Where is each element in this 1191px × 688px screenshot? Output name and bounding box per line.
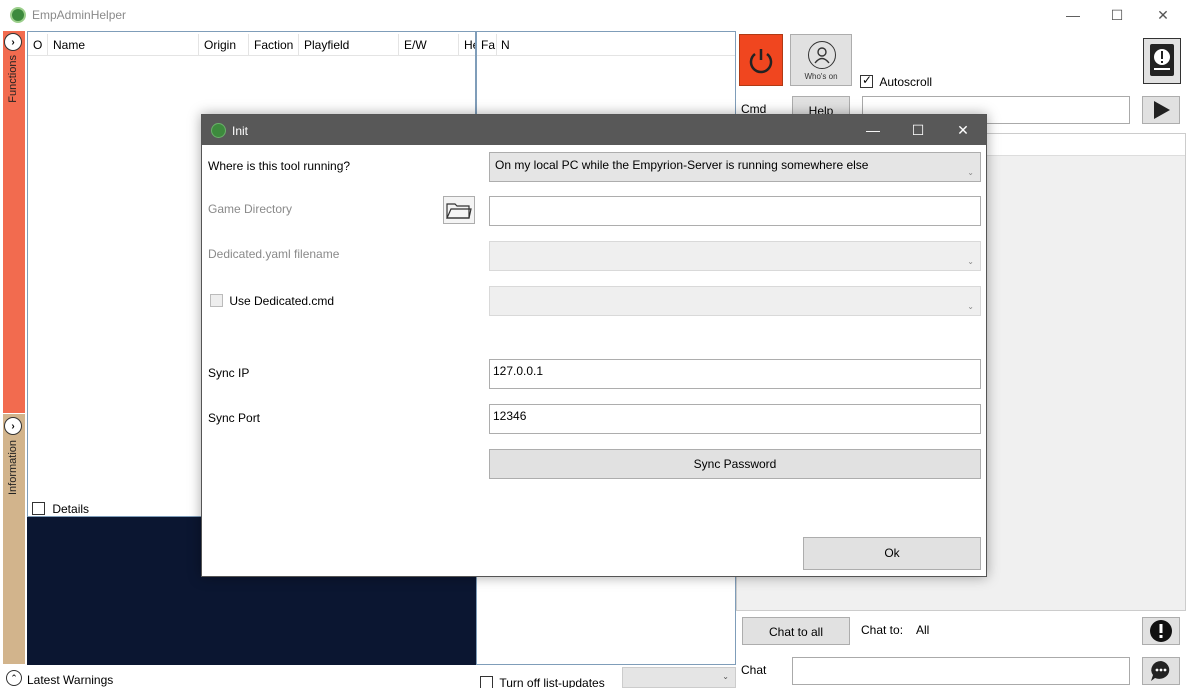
ok-button[interactable]: Ok [803, 537, 981, 570]
chevron-icon[interactable]: ⌃ [6, 670, 22, 686]
app-icon [10, 7, 26, 23]
column-header-n[interactable]: N [497, 34, 537, 56]
where-running-dropdown[interactable]: On my local PC while the Empyrion-Server… [489, 152, 981, 182]
column-header-he[interactable]: He [459, 34, 475, 56]
information-panel-tab[interactable]: › Information [3, 414, 25, 664]
autoscroll-label: Autoscroll [879, 74, 933, 89]
column-header-playfield[interactable]: Playfield [299, 34, 399, 56]
close-button[interactable]: ✕ [1140, 0, 1186, 30]
bottom-dropdown[interactable]: ⌄ [622, 667, 736, 688]
power-button[interactable] [739, 34, 783, 86]
player-grid-header: O Name Origin Faction Playfield E/W He [28, 34, 475, 56]
column-header-online[interactable]: O [28, 34, 48, 56]
chat-input[interactable] [792, 657, 1130, 685]
chat-label: Chat [741, 663, 767, 677]
dialog-title: Init [232, 124, 249, 138]
whos-on-label: Who's on [804, 72, 838, 81]
details-label: Details [52, 501, 90, 516]
dialog-titlebar: Init — ☐ ✕ [202, 115, 986, 145]
autoscroll-checkbox-box[interactable] [860, 73, 873, 89]
where-running-value: On my local PC while the Empyrion-Server… [495, 158, 869, 172]
dialog-close-button[interactable]: ✕ [940, 115, 986, 145]
latest-warnings-label: Latest Warnings [27, 673, 114, 687]
sync-port-label: Sync Port [208, 411, 261, 425]
main-titlebar: EmpAdminHelper — ☐ ✕ [0, 0, 1191, 30]
yaml-filename-label: Dedicated.yaml filename [208, 247, 340, 261]
functions-panel-tab[interactable]: › Functions [3, 31, 25, 413]
whos-on-icon [808, 41, 836, 69]
dialog-maximize-button[interactable]: ☐ [895, 115, 941, 145]
chat-to-label: Chat to: [861, 623, 904, 637]
turn-off-label: Turn off list-updates [499, 675, 605, 688]
turn-off-checkbox-box[interactable] [480, 676, 493, 688]
dialog-minimize-button[interactable]: — [850, 115, 896, 145]
chevron-down-icon: ⌄ [967, 257, 974, 266]
functions-expand-icon[interactable]: › [4, 33, 22, 51]
chat-bubble-icon [1151, 661, 1170, 681]
information-label: Information [7, 440, 19, 496]
chat-to-value: All [916, 623, 930, 637]
sync-password-button[interactable]: Sync Password [489, 449, 981, 479]
details-checkbox-box[interactable] [32, 502, 45, 516]
use-dedicated-cmd-checkbox[interactable]: Use Dedicated.cmd [210, 293, 334, 308]
whos-on-button[interactable]: Who's on [790, 34, 852, 86]
column-header-fa[interactable]: Fa [477, 34, 497, 56]
game-directory-input[interactable] [489, 196, 981, 226]
app-title: EmpAdminHelper [32, 8, 127, 22]
chevron-down-icon: ⌄ [967, 302, 974, 311]
folder-icon [446, 203, 472, 219]
warning-icon [1150, 620, 1172, 642]
yaml-filename-dropdown[interactable]: ⌄ [489, 241, 981, 271]
secondary-grid-header: Fa N [477, 34, 735, 56]
details-checkbox[interactable]: Details [32, 501, 89, 516]
chat-send-button[interactable] [1142, 657, 1180, 685]
functions-label: Functions [7, 55, 19, 103]
turn-off-list-updates-checkbox[interactable]: Turn off list-updates [480, 675, 605, 688]
use-dedicated-cmd-label: Use Dedicated.cmd [229, 293, 335, 308]
send-command-button[interactable] [1142, 96, 1180, 124]
column-header-ew[interactable]: E/W [399, 34, 459, 56]
sync-ip-label: Sync IP [208, 366, 250, 380]
send-icon [1154, 101, 1170, 119]
init-dialog: Init — ☐ ✕ Where is this tool running? O… [201, 114, 987, 577]
game-directory-label: Game Directory [208, 202, 293, 216]
chevron-down-icon: ⌄ [722, 672, 729, 681]
dedicated-cmd-dropdown[interactable]: ⌄ [489, 286, 981, 316]
information-expand-icon[interactable]: › [4, 417, 22, 435]
maximize-button[interactable]: ☐ [1094, 0, 1140, 30]
autoscroll-checkbox[interactable]: Autoscroll [860, 73, 933, 89]
sync-port-input[interactable]: 12346 [489, 404, 981, 434]
warning-icon [1150, 44, 1174, 76]
browse-folder-button[interactable] [443, 196, 475, 224]
column-header-origin[interactable]: Origin [199, 34, 249, 56]
chevron-down-icon: ⌄ [967, 168, 974, 177]
app-icon [211, 123, 226, 138]
use-dedicated-cmd-box[interactable] [210, 294, 223, 308]
where-running-label: Where is this tool running? [208, 159, 351, 173]
warnings-button[interactable] [1143, 38, 1181, 84]
column-header-faction[interactable]: Faction [249, 34, 299, 56]
chat-to-all-button[interactable]: Chat to all [742, 617, 850, 645]
minimize-button[interactable]: — [1050, 0, 1096, 30]
power-icon [749, 49, 773, 74]
column-header-name[interactable]: Name [48, 34, 199, 56]
sync-ip-input[interactable]: 127.0.0.1 [489, 359, 981, 389]
chat-warning-button[interactable] [1142, 617, 1180, 645]
